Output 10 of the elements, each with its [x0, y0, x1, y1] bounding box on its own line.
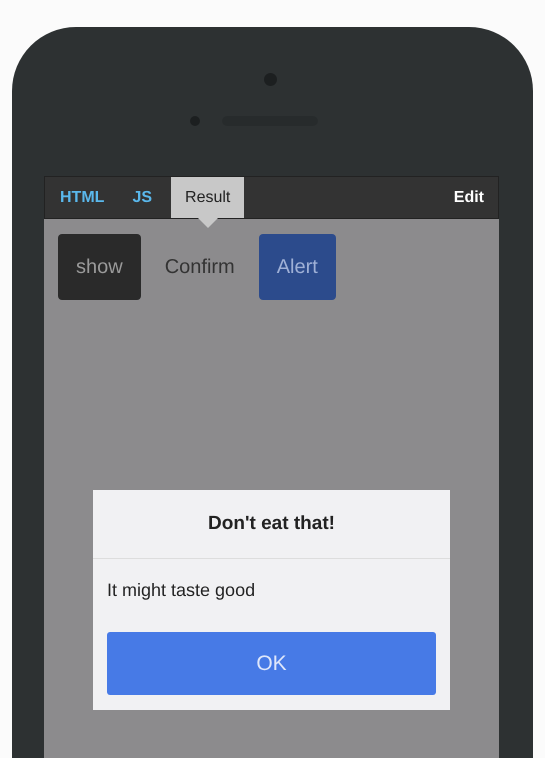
- dialog-message: It might taste good: [106, 579, 256, 602]
- edit-link[interactable]: Edit: [454, 186, 484, 210]
- button[interactable]: Alert: [258, 234, 336, 300]
- ok-button[interactable]: OK: [107, 632, 436, 695]
- tab-pointer: [198, 218, 218, 228]
- button[interactable]: show: [58, 234, 141, 300]
- dialog-title: Don't eat that!: [93, 490, 450, 559]
- tab[interactable]: JS: [123, 177, 162, 218]
- text-button[interactable]: Confirm: [152, 234, 247, 300]
- tab[interactable]: HTML: [51, 177, 114, 218]
